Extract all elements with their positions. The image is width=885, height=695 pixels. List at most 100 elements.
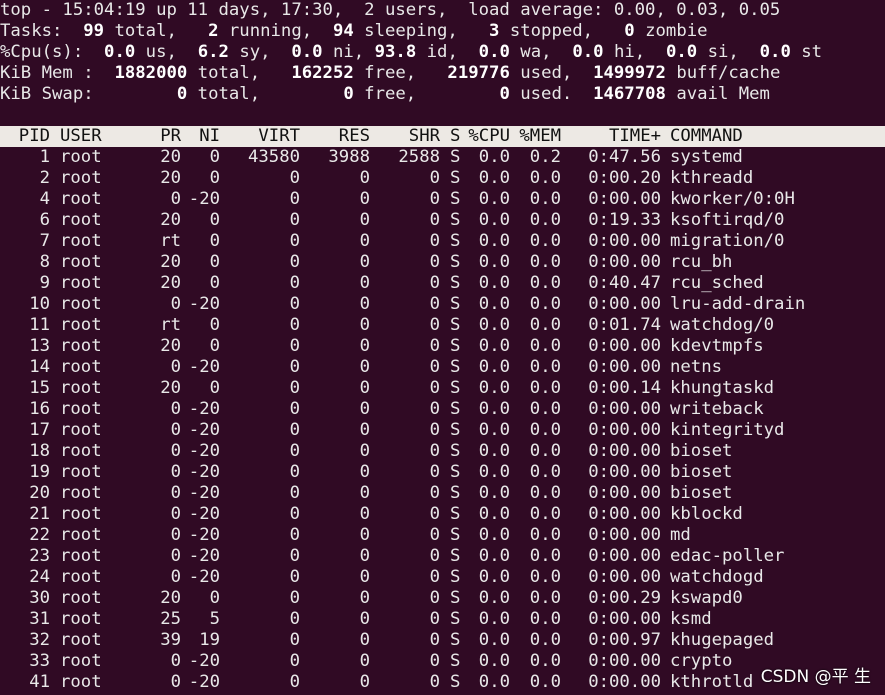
process-pr: 20 (160, 336, 181, 356)
process-time: 0:00.20 (588, 168, 662, 188)
process-command: systemd (670, 147, 743, 167)
column-header-virt[interactable]: VIRT (258, 126, 300, 147)
process-shr: 0 (429, 357, 440, 377)
process-virt: 0 (289, 231, 300, 251)
process-state: S (450, 336, 461, 356)
process-command: kthreadd (670, 168, 754, 188)
column-header-command[interactable]: COMMAND (670, 126, 743, 147)
column-header-cpu[interactable]: %CPU (468, 126, 510, 147)
process-virt: 0 (289, 651, 300, 671)
process-cpu: 0.0 (478, 420, 511, 440)
process-row: 24 root 0 -20 0 0 0 S 0.0 0.0 0:00.00 watchdogd (0, 567, 885, 588)
process-virt: 0 (289, 294, 300, 314)
process-pr: 0 (170, 672, 181, 692)
process-cpu: 0.0 (478, 651, 511, 671)
process-command: migration/0 (670, 231, 785, 251)
cpu-id: 93.8 (374, 42, 417, 62)
process-mem: 0.0 (529, 483, 562, 503)
process-state: S (450, 525, 461, 545)
process-user: root (60, 336, 102, 356)
process-row: 1 root 20 0 43580 3988 2588 S 0.0 0.2 0:47.56 syste… (0, 147, 885, 168)
column-header-time[interactable]: TIME+ (609, 126, 661, 147)
process-cpu: 0.0 (478, 273, 511, 293)
process-state: S (450, 546, 461, 566)
process-res: 0 (359, 231, 370, 251)
process-pr: 0 (170, 189, 181, 209)
process-res: 0 (359, 189, 370, 209)
process-time: 0:00.00 (588, 252, 662, 272)
process-pr: 0 (170, 504, 181, 524)
process-res: 0 (359, 441, 370, 461)
process-virt: 0 (289, 357, 300, 377)
process-ni: -20 (188, 189, 221, 209)
process-row: 41 root 0 -20 0 0 0 S 0.0 0.0 0:00.00 kthrotld (0, 672, 885, 693)
process-state: S (450, 189, 461, 209)
process-row: 22 root 0 -20 0 0 0 S 0.0 0.0 0:00.00 md (0, 525, 885, 546)
process-pr: 0 (170, 420, 181, 440)
process-row: 32 root 39 19 0 0 0 S 0.0 0.0 0:00.97 khugepaged (0, 630, 885, 651)
tasks-sep: stopped, (499, 21, 625, 41)
process-command: watchdog/0 (670, 315, 775, 335)
process-state: S (450, 630, 461, 650)
process-mem: 0.0 (529, 630, 562, 650)
process-user: root (60, 147, 102, 167)
process-shr: 0 (429, 672, 440, 692)
process-user: root (60, 399, 102, 419)
process-pid: 2 (39, 168, 50, 188)
process-row: 6 root 20 0 0 0 0 S 0.0 0.0 0:19.33 ksoftirqd/0 (0, 210, 885, 231)
cpu-sep: us, (135, 42, 198, 62)
column-header-pid[interactable]: PID (19, 126, 50, 147)
process-time: 0:00.29 (588, 588, 662, 608)
process-pid: 13 (29, 336, 50, 356)
column-header-mem[interactable]: %MEM (519, 126, 561, 147)
process-virt: 0 (289, 399, 300, 419)
process-pr: 20 (160, 168, 181, 188)
process-ni: -20 (188, 294, 221, 314)
process-row: 4 root 0 -20 0 0 0 S 0.0 0.0 0:00.00 kworker/0:0H (0, 189, 885, 210)
process-virt: 0 (289, 336, 300, 356)
process-virt: 0 (289, 441, 300, 461)
column-header-state[interactable]: S (450, 126, 460, 147)
process-pr: 20 (160, 210, 181, 230)
process-shr: 0 (429, 231, 440, 251)
process-row: 19 root 0 -20 0 0 0 S 0.0 0.0 0:00.00 bioset (0, 462, 885, 483)
process-row: 17 root 0 -20 0 0 0 S 0.0 0.0 0:00.00 kintegrityd (0, 420, 885, 441)
terminal-window[interactable]: top - 15:04:19 up 11 days, 17:30, 2 user… (0, 0, 885, 695)
process-time: 0:00.14 (588, 378, 662, 398)
process-user: root (60, 420, 102, 440)
process-pid: 18 (29, 441, 50, 461)
process-pr: 0 (170, 546, 181, 566)
process-virt: 0 (289, 504, 300, 524)
process-command: watchdogd (670, 567, 764, 587)
process-pid: 23 (29, 546, 50, 566)
process-cpu: 0.0 (478, 672, 511, 692)
process-cpu: 0.0 (478, 189, 511, 209)
process-time: 0:01.74 (588, 315, 662, 335)
process-command: rcu_sched (670, 273, 764, 293)
process-user: root (60, 168, 102, 188)
process-command: kblockd (670, 504, 743, 524)
column-header-ni[interactable]: NI (199, 126, 220, 147)
tasks-sep: zombie (634, 21, 708, 41)
cpu-line: %Cpu(s): 0.0 us, 6.2 sy, 0.0 ni, 93.8 id… (0, 42, 822, 63)
process-user: root (60, 462, 102, 482)
column-header-res[interactable]: RES (339, 126, 370, 147)
process-shr: 0 (429, 189, 440, 209)
process-state: S (450, 504, 461, 524)
cpu-sep: ni, (322, 42, 375, 62)
column-header-pr[interactable]: PR (160, 126, 181, 147)
process-ni: 0 (209, 378, 220, 398)
cpu-sep: id, (416, 42, 479, 62)
process-pid: 33 (29, 651, 50, 671)
process-command: kworker/0:0H (670, 189, 795, 209)
process-user: root (60, 273, 102, 293)
process-shr: 0 (429, 294, 440, 314)
process-row: 30 root 20 0 0 0 0 S 0.0 0.0 0:00.29 kswapd0 (0, 588, 885, 609)
column-header-shr[interactable]: SHR (409, 126, 440, 147)
column-header-user[interactable]: USER (60, 126, 102, 147)
process-pid: 19 (29, 462, 50, 482)
process-res: 0 (359, 315, 370, 335)
uptime-text: top - 15:04:19 up 11 days, 17:30, 2 user… (0, 0, 781, 20)
process-mem: 0.0 (529, 252, 562, 272)
process-cpu: 0.0 (478, 315, 511, 335)
